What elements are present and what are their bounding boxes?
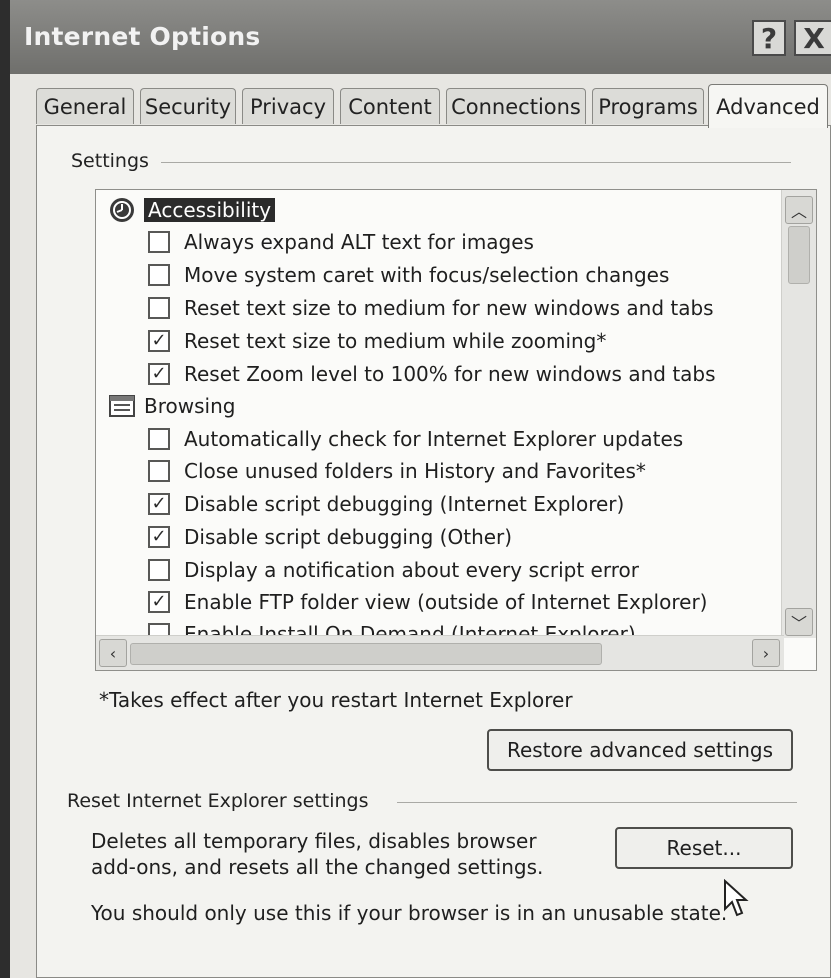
accessibility-icon — [108, 196, 136, 224]
scroll-down-button[interactable]: ﹀ — [785, 608, 813, 636]
setting-row[interactable]: Close unused folders in History and Favo… — [148, 455, 646, 487]
advanced-tab-panel: Settings Accessibility Always expand ALT… — [36, 125, 831, 978]
setting-label: Disable script debugging (Internet Explo… — [184, 492, 625, 516]
scroll-left-button[interactable]: ‹ — [99, 639, 127, 667]
tab-label: Content — [348, 94, 432, 119]
reset-group-label: Reset Internet Explorer settings — [67, 790, 369, 812]
tab-label: Programs — [598, 94, 698, 119]
setting-label: Display a notification about every scrip… — [184, 558, 639, 582]
setting-label: Reset text size to medium for new window… — [184, 296, 714, 320]
checkbox[interactable] — [148, 559, 170, 581]
checkbox-checked[interactable]: ✓ — [148, 493, 170, 515]
tab-privacy[interactable]: Privacy — [242, 88, 334, 124]
setting-label: Reset Zoom level to 100% for new windows… — [184, 362, 716, 386]
setting-row[interactable]: Move system caret with focus/selection c… — [148, 259, 669, 291]
setting-row[interactable]: Automatically check for Internet Explore… — [148, 423, 683, 455]
setting-label: Automatically check for Internet Explore… — [184, 427, 684, 451]
checkbox[interactable] — [148, 460, 170, 482]
vertical-scroll-thumb[interactable] — [788, 226, 810, 284]
close-button[interactable]: X — [794, 20, 831, 56]
chevron-up-icon: ︿ — [790, 202, 807, 221]
tab-label: Connections — [451, 94, 581, 119]
reset-group-divider — [397, 802, 797, 803]
reset-warning: You should only use this if your browser… — [91, 901, 728, 925]
checkmark-icon: ✓ — [151, 526, 167, 547]
settings-group-divider — [161, 162, 791, 163]
setting-label: Disable script debugging (Other) — [184, 525, 513, 549]
checkmark-icon: ✓ — [151, 363, 167, 384]
checkbox[interactable] — [148, 428, 170, 450]
help-icon: ? — [760, 21, 778, 55]
checkbox-checked[interactable]: ✓ — [148, 591, 170, 613]
tab-label: Security — [144, 94, 232, 119]
tab-label: General — [43, 94, 127, 119]
settings-list[interactable]: Accessibility Always expand ALT text for… — [95, 189, 817, 671]
setting-row[interactable]: ✓ Reset Zoom level to 100% for new windo… — [148, 358, 716, 390]
category-label: Browsing — [144, 394, 236, 418]
tab-advanced[interactable]: Advanced — [708, 84, 828, 128]
title-bar[interactable]: Internet Options ? X — [10, 0, 831, 74]
tab-label: Privacy — [249, 94, 327, 119]
setting-row[interactable]: ✓ Disable script debugging (Internet Exp… — [148, 488, 624, 520]
restore-advanced-settings-button[interactable]: Restore advanced settings — [487, 729, 793, 771]
tab-connections[interactable]: Connections — [446, 88, 586, 124]
checkmark-icon: ✓ — [151, 330, 167, 351]
close-icon: X — [803, 21, 825, 55]
scroll-right-button[interactable]: › — [752, 639, 780, 667]
reset-description-line: add-ons, and resets all the changed sett… — [91, 855, 544, 879]
checkmark-icon: ✓ — [151, 493, 167, 514]
browsing-icon — [108, 392, 136, 420]
chevron-down-icon: ﹀ — [790, 614, 807, 633]
checkmark-icon: ✓ — [151, 591, 167, 612]
scroll-up-button[interactable]: ︿ — [785, 196, 813, 224]
tab-programs[interactable]: Programs — [592, 88, 704, 124]
chevron-right-icon: › — [762, 643, 770, 663]
horizontal-scrollbar[interactable]: ‹ › — [96, 635, 784, 670]
checkbox-checked[interactable]: ✓ — [148, 526, 170, 548]
checkbox-checked[interactable]: ✓ — [148, 330, 170, 352]
settings-group-label: Settings — [71, 150, 149, 172]
button-label: Reset... — [666, 836, 742, 860]
setting-label: Close unused folders in History and Favo… — [184, 459, 646, 483]
category-accessibility[interactable]: Accessibility — [108, 194, 276, 226]
vertical-scrollbar[interactable]: ︿ ﹀ — [781, 190, 816, 638]
reset-description: Deletes all temporary files, disables br… — [91, 828, 543, 880]
setting-row[interactable]: ✓ Enable FTP folder view (outside of Int… — [148, 586, 707, 618]
internet-options-dialog: Internet Options ? X General Security Pr… — [0, 0, 831, 978]
category-label: Accessibility — [144, 198, 276, 222]
restart-note: *Takes effect after you restart Internet… — [99, 688, 573, 712]
reset-button[interactable]: Reset... — [615, 827, 793, 869]
category-browsing[interactable]: Browsing — [108, 390, 235, 422]
window-title: Internet Options — [24, 22, 261, 51]
tab-general[interactable]: General — [36, 88, 134, 124]
reset-description-line: Deletes all temporary files, disables br… — [91, 829, 537, 853]
checkbox[interactable] — [148, 231, 170, 253]
checkbox[interactable] — [148, 264, 170, 286]
checkbox-checked[interactable]: ✓ — [148, 363, 170, 385]
checkbox[interactable] — [148, 297, 170, 319]
horizontal-scroll-thumb[interactable] — [130, 643, 602, 665]
setting-row[interactable]: Display a notification about every scrip… — [148, 554, 639, 586]
setting-label: Always expand ALT text for images — [184, 230, 534, 254]
setting-row[interactable]: Always expand ALT text for images — [148, 226, 534, 258]
help-button[interactable]: ? — [752, 20, 786, 56]
setting-label: Move system caret with focus/selection c… — [184, 263, 670, 287]
setting-label: Enable FTP folder view (outside of Inter… — [184, 590, 708, 614]
setting-row[interactable]: ✓ Reset text size to medium while zoomin… — [148, 325, 606, 357]
setting-row[interactable]: Reset text size to medium for new window… — [148, 292, 714, 324]
tab-content[interactable]: Content — [340, 88, 440, 124]
button-label: Restore advanced settings — [506, 738, 774, 762]
tab-security[interactable]: Security — [140, 88, 236, 124]
chevron-left-icon: ‹ — [109, 643, 117, 663]
setting-row[interactable]: ✓ Disable script debugging (Other) — [148, 521, 512, 553]
tab-label: Advanced — [716, 94, 820, 119]
mouse-pointer-icon — [724, 879, 749, 917]
setting-label: Reset text size to medium while zooming* — [184, 329, 607, 353]
